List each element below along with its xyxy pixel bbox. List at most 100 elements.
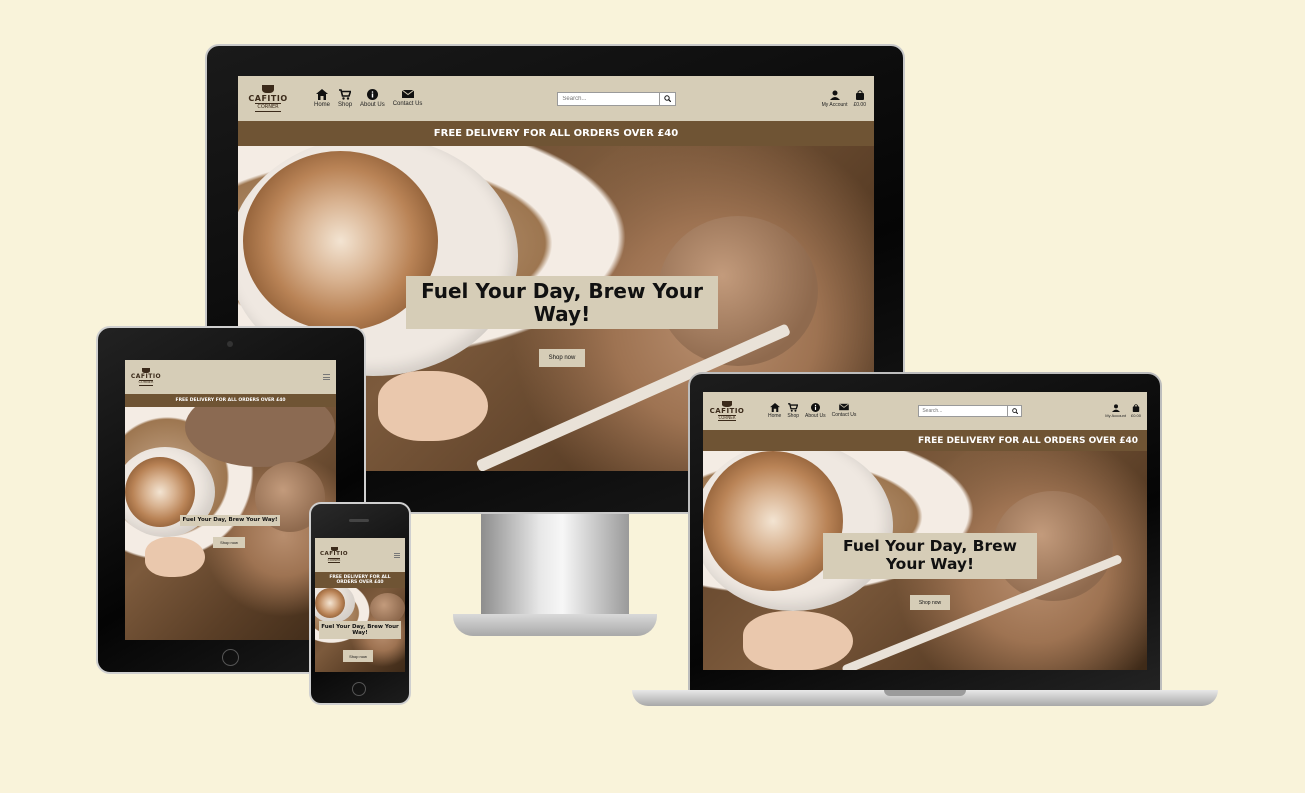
laptop-nav-shop-label: Shop	[787, 413, 800, 419]
nav-home[interactable]: Home	[314, 89, 330, 108]
tablet-hero: Fuel Your Day, Brew Your Way! Shop now	[125, 407, 336, 640]
shopping-bag-icon	[1132, 404, 1140, 412]
laptop-nav-contact[interactable]: Contact Us	[831, 403, 857, 419]
hand-image	[378, 371, 488, 441]
laptop-shop-now-button[interactable]: Shop now	[910, 595, 950, 610]
laptop-device: CAFITIO CORNER Home Shop About Us Contac…	[632, 372, 1218, 712]
envelope-icon	[401, 89, 414, 98]
laptop-nav: Home Shop About Us Contact Us	[768, 403, 856, 419]
cup-logo-icon	[262, 85, 274, 93]
main-nav: Home Shop About Us Contact Us	[314, 89, 422, 108]
shop-now-button[interactable]: Shop now	[539, 349, 585, 367]
nav-about[interactable]: About Us	[360, 89, 385, 108]
laptop-logo[interactable]: CAFITIO CORNER	[709, 401, 745, 421]
tablet-logo[interactable]: CAFITIO CORNER	[131, 368, 161, 386]
phone-device: CAFITIO CORNER FREE DELIVERY FOR ALL ORD…	[309, 502, 411, 705]
laptop-basket-link[interactable]: £0.00	[1131, 404, 1141, 418]
tablet-delivery-banner: FREE DELIVERY FOR ALL ORDERS OVER £40	[125, 394, 336, 407]
nav-contact[interactable]: Contact Us	[392, 89, 423, 108]
basket-link[interactable]: £0.00	[853, 89, 866, 108]
laptop-hero-title: Fuel Your Day, Brew Your Way!	[823, 533, 1037, 579]
nav-shop-label: Shop	[338, 102, 353, 108]
phone-yarn-image	[370, 593, 405, 623]
menu-bar	[394, 556, 400, 558]
tablet-logo-line2: CORNER	[138, 380, 154, 386]
my-account-label: My Account	[821, 101, 848, 108]
info-icon	[810, 403, 820, 412]
nav-home-label: Home	[314, 102, 331, 108]
menu-bar	[323, 376, 330, 378]
menu-bar	[323, 379, 330, 380]
my-account-link[interactable]: My Account	[821, 90, 848, 108]
laptop-my-account-label: My Account	[1105, 413, 1126, 418]
laptop-my-account-link[interactable]: My Account	[1105, 404, 1126, 418]
laptop-logo-line1: CAFITIO	[709, 407, 745, 415]
tablet-menu-button[interactable]	[323, 374, 330, 380]
phone-logo[interactable]: CAFITIO CORNER	[320, 547, 348, 563]
envelope-icon	[838, 403, 849, 411]
laptop-logo-line2: CORNER	[718, 415, 736, 421]
tablet-screen: CAFITIO CORNER FREE DELIVERY FOR ALL ORD…	[125, 360, 336, 640]
site-header: CAFITIO CORNER Home Shop About Us Contac…	[238, 76, 874, 121]
phone-delivery-banner: FREE DELIVERY FOR ALL ORDERS OVER £40	[315, 572, 405, 588]
tablet-hat-image	[185, 407, 335, 467]
laptop-header: CAFITIO CORNER Home Shop About Us Contac…	[703, 392, 1147, 430]
logo-line2: CORNER	[255, 103, 281, 112]
laptop-nav-about-label: About Us	[805, 413, 826, 419]
laptop-notch	[884, 690, 966, 696]
phone-screen: CAFITIO CORNER FREE DELIVERY FOR ALL ORD…	[315, 538, 405, 672]
header-right: My Account £0.00	[821, 89, 866, 108]
laptop-nav-contact-label: Contact Us	[831, 412, 857, 418]
laptop-basket-total: £0.00	[1130, 413, 1141, 418]
menu-bar	[323, 374, 330, 375]
laptop-search-input[interactable]	[918, 405, 1009, 417]
monitor-stand-base	[453, 614, 657, 636]
monitor-stand-neck	[481, 514, 629, 624]
phone-hero: Fuel Your Day, Brew Your Way! Shop now	[315, 588, 405, 672]
laptop-search-button[interactable]	[1008, 405, 1023, 417]
logo-line1: CAFITIO	[248, 94, 288, 103]
tablet-header: CAFITIO CORNER	[125, 360, 336, 394]
menu-bar	[394, 552, 400, 554]
search-icon	[1012, 408, 1018, 414]
cart-icon	[788, 403, 799, 412]
phone-speaker	[349, 519, 369, 522]
laptop-nav-home[interactable]: Home	[768, 403, 781, 419]
nav-contact-label: Contact Us	[392, 101, 423, 107]
hero-title: Fuel Your Day, Brew Your Way!	[406, 276, 718, 329]
laptop-delivery-banner: FREE DELIVERY FOR ALL ORDERS OVER £40	[703, 430, 1147, 451]
phone-latte-image	[315, 588, 345, 618]
home-icon	[769, 403, 780, 412]
tablet-hero-title: Fuel Your Day, Brew Your Way!	[180, 515, 280, 526]
info-icon	[366, 89, 378, 100]
laptop-latte-image	[703, 451, 843, 591]
delivery-banner: FREE DELIVERY FOR ALL ORDERS OVER £40	[238, 121, 874, 146]
nav-about-label: About Us	[360, 102, 385, 108]
home-icon	[316, 89, 328, 100]
cart-icon	[339, 89, 352, 100]
search-button[interactable]	[660, 91, 677, 106]
phone-menu-button[interactable]	[394, 552, 400, 558]
phone-logo-line2: CORNER	[327, 557, 341, 563]
laptop-search-bar	[918, 405, 1023, 417]
tablet-camera	[227, 341, 233, 347]
tablet-home-button[interactable]	[222, 649, 239, 666]
nav-shop[interactable]: Shop	[338, 89, 352, 108]
laptop-nav-about[interactable]: About Us	[805, 403, 826, 419]
search-input[interactable]	[557, 91, 661, 106]
laptop-nav-shop[interactable]: Shop	[787, 403, 799, 419]
tablet-hand-image	[145, 537, 205, 577]
laptop-hero: Fuel Your Day, Brew Your Way! Shop now	[703, 451, 1147, 670]
laptop-header-right: My Account £0.00	[1105, 404, 1141, 418]
laptop-nav-home-label: Home	[768, 413, 782, 419]
tablet-shop-now-button[interactable]: Shop now	[213, 537, 245, 548]
basket-total: £0.00	[853, 101, 866, 108]
phone-hero-title: Fuel Your Day, Brew Your Way!	[319, 621, 401, 639]
search-bar	[557, 91, 677, 106]
laptop-hand-image	[743, 611, 853, 670]
phone-shop-now-button[interactable]: Shop now	[343, 650, 373, 662]
phone-home-button[interactable]	[352, 682, 366, 696]
site-logo[interactable]: CAFITIO CORNER	[246, 85, 290, 112]
user-icon	[1111, 404, 1120, 412]
user-icon	[829, 90, 840, 100]
